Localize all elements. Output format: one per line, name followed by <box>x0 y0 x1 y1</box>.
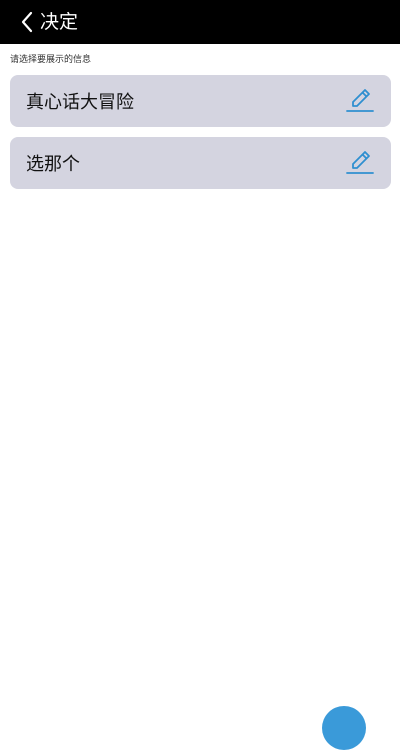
top-bar: 决定 <box>0 0 400 44</box>
pencil-edit-icon <box>346 151 374 174</box>
floating-action-button[interactable] <box>322 706 366 750</box>
chevron-left-icon <box>21 11 33 33</box>
instruction-text: 请选择要展示的信息 <box>10 55 92 65</box>
list-item-label: 真心话大冒险 <box>26 92 134 113</box>
list-item-label: 选那个 <box>26 154 80 175</box>
back-button[interactable] <box>10 0 44 44</box>
edit-button[interactable] <box>343 146 377 180</box>
pencil-edit-icon <box>346 89 374 112</box>
option-list: 真心话大冒险 选那个 <box>10 75 391 199</box>
edit-button[interactable] <box>343 84 377 118</box>
page-title: 决定 <box>40 11 79 33</box>
list-item[interactable]: 选那个 <box>10 137 391 189</box>
list-item[interactable]: 真心话大冒险 <box>10 75 391 127</box>
